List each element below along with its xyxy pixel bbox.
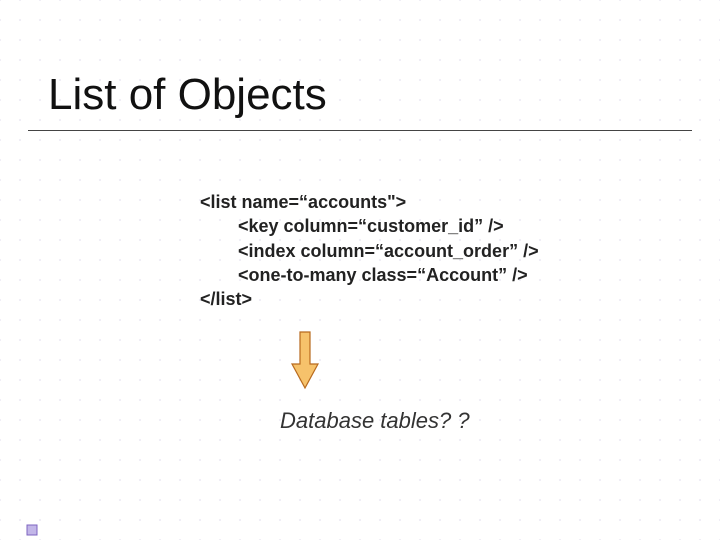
square-bullet-icon: [26, 524, 38, 536]
title-underline: [28, 130, 692, 131]
slide: List of Objects <list name=“accounts"> <…: [0, 0, 720, 540]
page-title: List of Objects: [48, 70, 327, 120]
code-line-3: <index column=“account_order” />: [200, 239, 539, 263]
caption: Database tables? ?: [280, 408, 470, 434]
code-block: <list name=“accounts"> <key column=“cust…: [200, 190, 539, 311]
code-line-4: <one-to-many class=“Account” />: [200, 263, 539, 287]
code-line-1: <list name=“accounts">: [200, 192, 406, 212]
code-line-5: </list>: [200, 289, 252, 309]
code-line-2: <key column=“customer_id” />: [200, 214, 539, 238]
down-arrow-icon: [290, 330, 320, 390]
